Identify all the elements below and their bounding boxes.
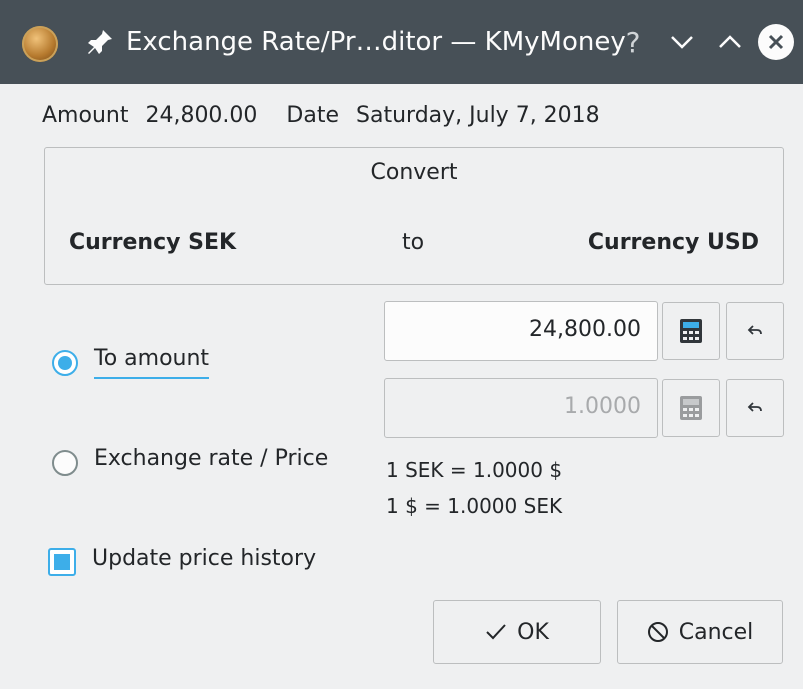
checkmark-icon: [486, 624, 506, 640]
rate-sek-to-usd: 1 SEK = 1.0000 $: [386, 458, 563, 482]
exchange-rate-dialog: Exchange Rate/Pr…ditor — KMyMoney ? Amou…: [0, 0, 803, 689]
amount-calculator-button[interactable]: [662, 302, 720, 360]
amount-value: 24,800.00: [145, 103, 258, 128]
undo-icon: [747, 325, 762, 335]
chevron-up-icon: [719, 35, 741, 48]
maximize-button[interactable]: [712, 22, 748, 62]
to-amount-radio[interactable]: [52, 350, 78, 376]
ok-button[interactable]: OK: [433, 600, 601, 664]
date-value: Saturday, July 7, 2018: [356, 103, 600, 128]
cancel-button[interactable]: Cancel: [617, 600, 783, 664]
amount-input[interactable]: 24,800.00: [384, 301, 658, 361]
from-currency: Currency SEK: [69, 230, 237, 255]
date-label: Date: [286, 103, 340, 128]
close-icon: [768, 34, 784, 50]
amount-reset-button[interactable]: [726, 302, 784, 360]
window-title: Exchange Rate/Pr…ditor — KMyMoney: [126, 27, 626, 57]
title-bar[interactable]: Exchange Rate/Pr…ditor — KMyMoney ?: [0, 0, 803, 84]
convert-group: Convert Currency SEK to Currency USD: [44, 147, 784, 285]
update-price-history-label[interactable]: Update price history: [92, 546, 316, 571]
rate-calculator-button[interactable]: [662, 379, 720, 437]
close-button[interactable]: [758, 24, 794, 60]
exchange-rate-radio[interactable]: [52, 450, 78, 476]
chevron-down-icon: [671, 36, 693, 49]
help-button[interactable]: ?: [616, 22, 650, 62]
exchange-rate-label[interactable]: Exchange rate / Price: [94, 446, 328, 471]
kmymoney-app-icon[interactable]: [22, 26, 58, 62]
to-word: to: [402, 230, 425, 255]
to-amount-label[interactable]: To amount: [94, 346, 210, 379]
undo-icon: [747, 402, 762, 412]
update-price-history-checkbox[interactable]: [48, 548, 76, 576]
cancel-label: Cancel: [678, 619, 754, 645]
ok-label: OK: [517, 619, 549, 645]
pin-icon[interactable]: [84, 26, 116, 58]
rate-reset-button[interactable]: [726, 379, 784, 437]
convert-title: Convert: [370, 160, 458, 185]
rate-usd-to-sek: 1 $ = 1.0000 SEK: [386, 494, 563, 518]
rate-input[interactable]: 1.0000: [384, 378, 658, 438]
cancel-icon: [647, 622, 668, 642]
minimize-button[interactable]: [664, 22, 700, 62]
calculator-icon: [680, 396, 702, 420]
calculator-icon: [680, 319, 702, 343]
transaction-info: Amount 24,800.00 Date Saturday, July 7, …: [42, 98, 610, 134]
amount-label: Amount: [42, 103, 129, 128]
to-currency: Currency USD: [587, 230, 759, 255]
